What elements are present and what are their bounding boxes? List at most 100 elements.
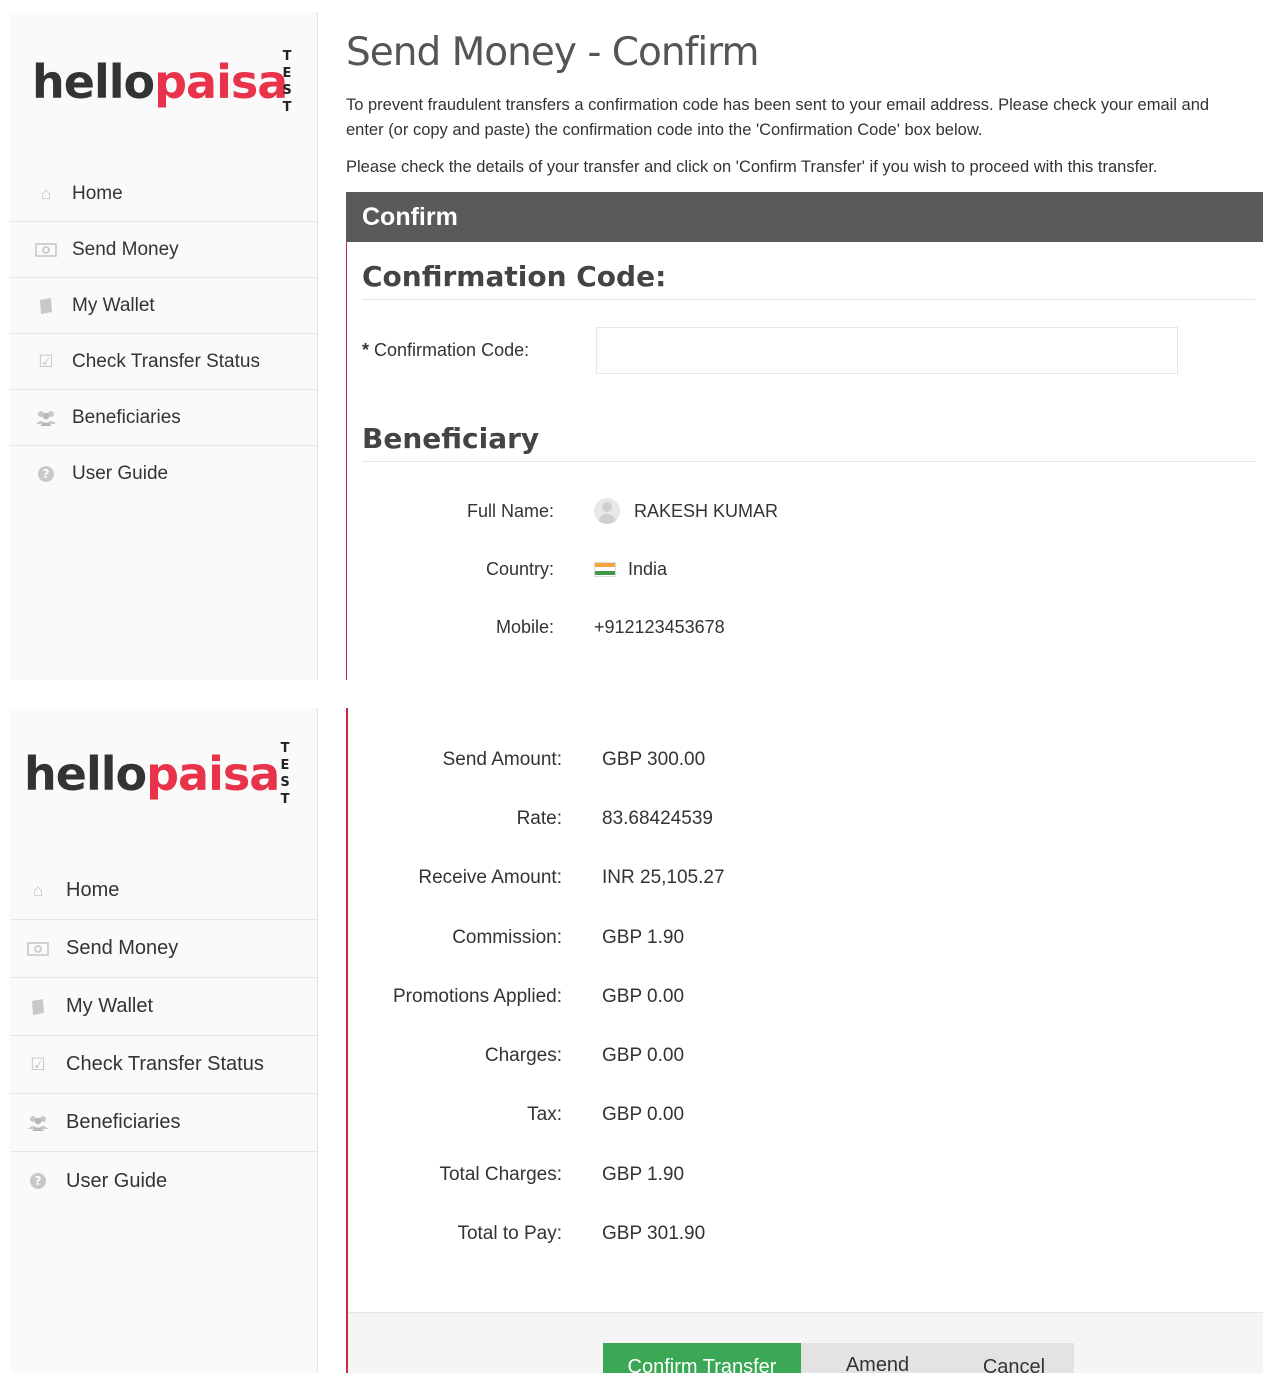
confirm-transfer-button[interactable]: Confirm Transfer <box>603 1343 801 1373</box>
sidebar-item-label: User Guide <box>66 1169 168 1192</box>
money-icon <box>26 939 50 959</box>
sidebar-item-send-money[interactable]: Send Money <box>10 222 317 278</box>
rate-value: 83.68424539 <box>602 807 713 829</box>
confirmation-code-input[interactable] <box>596 326 1178 374</box>
send-amount-label: Send Amount: <box>442 748 562 770</box>
beneficiary-mobile-row: Mobile: +912123453678 <box>362 598 1255 656</box>
total-charges-label: Total Charges: <box>439 1163 562 1185</box>
sidebar-item-my-wallet[interactable]: My Wallet <box>10 278 317 334</box>
home-icon: ⌂ <box>32 880 44 900</box>
receive-amount-label: Receive Amount: <box>418 867 562 889</box>
sidebar-item-label: My Wallet <box>66 995 154 1017</box>
sidebar-item-send-money[interactable]: Send Money <box>10 920 317 978</box>
receive-amount-value: INR 25,105.27 <box>602 867 725 889</box>
env-test-badge: T E S T <box>280 741 290 807</box>
logo-paisa-text: paisa <box>146 747 280 801</box>
sidebar-item-user-guide[interactable]: ? User Guide <box>10 1152 317 1210</box>
rate-label: Rate: <box>516 807 562 829</box>
check-icon: ☑ <box>38 351 54 371</box>
form-actions: Confirm Transfer Amend Details Cancel <box>348 1312 1263 1373</box>
mobile-label: Mobile: <box>495 616 554 637</box>
question-icon: ? <box>34 464 58 484</box>
sidebar-item-label: My Wallet <box>72 294 155 316</box>
sidebar-item-beneficiaries[interactable]: Beneficiaries <box>10 390 317 446</box>
wallet-icon <box>26 997 50 1017</box>
main-content: Send Amount: GBP 300.00 Rate: 83.68424539 … <box>346 708 1263 1373</box>
commission-row: Commission: GBP 1.90 <box>348 908 725 967</box>
total-charges-value: GBP 1.90 <box>602 1163 685 1185</box>
confirm-section-header: Confirm <box>346 192 1263 242</box>
beneficiary-full-name-row: Full Name: RAKESH KUMAR <box>362 482 1255 540</box>
cancel-button[interactable]: Cancel <box>954 1343 1074 1373</box>
main-content: Send Money - Confirm To prevent fraudule… <box>346 0 1263 680</box>
sidebar-item-check-transfer-status[interactable]: ☑ Check Transfer Status <box>10 1036 317 1094</box>
send-amount-row: Send Amount: GBP 300.00 <box>348 730 725 789</box>
svg-text:?: ? <box>35 1174 42 1188</box>
page-title: Send Money - Confirm <box>346 30 760 75</box>
confirmation-code-row: * Confirmation Code: <box>362 300 1255 400</box>
sidebar-item-label: Send Money <box>72 238 179 260</box>
send-amount-value: GBP 300.00 <box>602 748 706 770</box>
confirmation-code-heading: Confirmation Code: <box>362 242 1255 300</box>
sidebar-item-label: Home <box>66 879 120 901</box>
amend-details-button[interactable]: Amend Details <box>801 1343 954 1373</box>
charges-label: Charges: <box>484 1045 562 1067</box>
sidebar-item-my-wallet[interactable]: My Wallet <box>10 978 317 1036</box>
required-marker: * <box>362 339 370 360</box>
sidebar-item-label: Beneficiaries <box>66 1111 181 1133</box>
confirmation-code-label: * Confirmation Code: <box>362 339 530 360</box>
sidebar-item-beneficiaries[interactable]: Beneficiaries <box>10 1094 317 1152</box>
full-name-value: RAKESH KUMAR <box>634 500 779 521</box>
wallet-icon <box>34 296 58 316</box>
intro-text-check-details: Please check the details of your transfe… <box>346 158 1158 176</box>
users-icon <box>34 408 58 428</box>
sidebar-item-home[interactable]: ⌂ Home <box>10 166 317 222</box>
sidebar-item-label: User Guide <box>72 463 169 484</box>
money-icon <box>34 240 58 260</box>
commission-value: GBP 1.90 <box>602 926 685 948</box>
sidebar-item-check-transfer-status[interactable]: ☑ Check Transfer Status <box>10 334 317 390</box>
sidebar: hellopaisa T E S T ⌂ Home Send Money My W… <box>10 12 318 680</box>
tax-label: Tax: <box>527 1104 562 1126</box>
country-label: Country: <box>485 558 554 579</box>
logo-hello-text: hello <box>32 55 155 109</box>
total-to-pay-value: GBP 301.90 <box>602 1223 706 1245</box>
sidebar-item-user-guide[interactable]: ? User Guide <box>10 446 317 502</box>
tax-row: Tax: GBP 0.00 <box>348 1086 725 1145</box>
tax-value: GBP 0.00 <box>602 1104 685 1126</box>
question-icon: ? <box>26 1171 50 1191</box>
total-to-pay-label: Total to Pay: <box>457 1223 562 1245</box>
logo-hello-text: hello <box>24 747 147 801</box>
india-flag-icon <box>594 561 616 577</box>
beneficiary-heading: Beneficiary <box>362 400 1255 462</box>
promotions-label: Promotions Applied: <box>393 985 562 1007</box>
country-value: India <box>628 558 668 579</box>
sidebar-item-label: Check Transfer Status <box>72 350 260 372</box>
sidebar-item-label: Home <box>72 182 123 204</box>
sidebar-item-home[interactable]: ⌂ Home <box>10 862 317 920</box>
promotions-row: Promotions Applied: GBP 0.00 <box>348 967 725 1026</box>
beneficiary-country-row: Country: India <box>362 540 1255 598</box>
svg-text:?: ? <box>43 467 50 481</box>
sidebar-item-label: Beneficiaries <box>72 406 181 428</box>
sidebar-nav: ⌂ Home Send Money My Wallet ☑ Check Transf… <box>10 166 317 502</box>
charges-row: Charges: GBP 0.00 <box>348 1026 725 1085</box>
receive-amount-row: Receive Amount: INR 25,105.27 <box>348 849 725 908</box>
hellopaisa-logo[interactable]: hellopaisa T E S T <box>32 49 312 122</box>
hellopaisa-logo[interactable]: hellopaisa T E S T <box>24 741 304 814</box>
charges-value: GBP 0.00 <box>602 1045 685 1067</box>
screenshot-panel-bottom: hellopaisa T E S T ⌂ Home Send Money My W… <box>0 708 1263 1373</box>
intro-text-confirmation-code: To prevent fraudulent transfers a confir… <box>346 96 1210 139</box>
rate-row: Rate: 83.68424539 <box>348 789 725 848</box>
env-test-badge: T E S T <box>282 49 292 115</box>
transfer-amounts: Send Amount: GBP 300.00 Rate: 83.68424539 … <box>348 730 725 1264</box>
full-name-label: Full Name: <box>466 500 554 521</box>
screenshot-panel-top: hellopaisa T E S T ⌂ Home Send Money My W… <box>0 0 1263 680</box>
promotions-value: GBP 0.00 <box>602 985 685 1007</box>
sidebar: hellopaisa T E S T ⌂ Home Send Money My W… <box>10 708 318 1373</box>
commission-label: Commission: <box>452 926 562 948</box>
logo-paisa-text: paisa <box>154 55 288 109</box>
home-icon: ⌂ <box>40 183 52 203</box>
users-icon <box>26 1113 50 1133</box>
sidebar-item-label: Check Transfer Status <box>66 1053 264 1075</box>
